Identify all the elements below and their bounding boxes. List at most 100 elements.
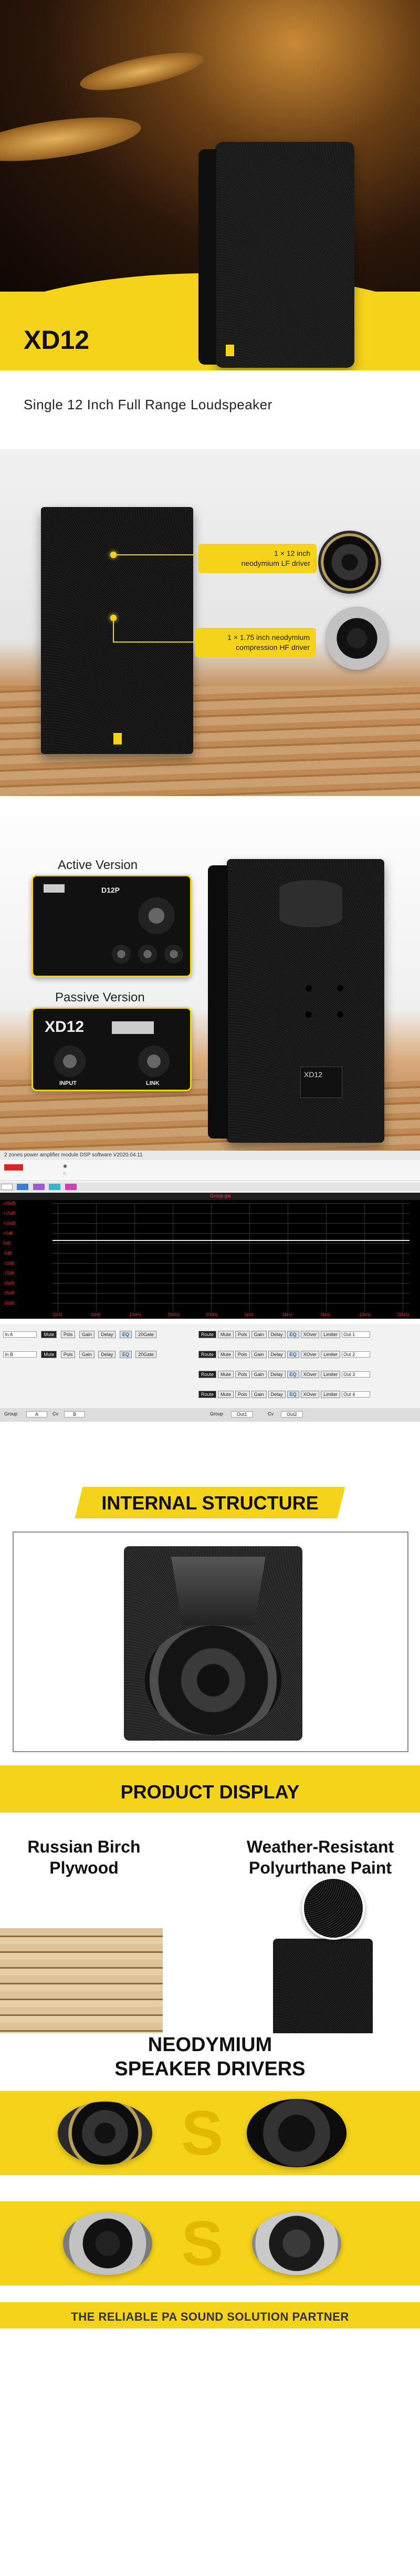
paint-title: Weather-Resistant Polyurthane Paint <box>246 1837 394 1877</box>
response-curve <box>52 1240 410 1241</box>
delay-button[interactable]: Delay <box>268 1371 286 1378</box>
product-display-heading: PRODUCT DISPLAY <box>120 1781 300 1803</box>
gain-button[interactable]: Gain <box>79 1331 94 1338</box>
x-axis-label: 500Hz <box>206 1312 218 1317</box>
driver-band-2: S <box>0 2201 420 2285</box>
route-button[interactable]: Route <box>198 1391 217 1398</box>
route-button[interactable]: Route <box>198 1371 217 1378</box>
input-row-b: In B Mute Pols Gain Delay EQ 20Gate <box>3 1349 158 1358</box>
xover-button[interactable]: XOver <box>300 1351 320 1358</box>
pols-button[interactable]: Pols <box>60 1331 76 1338</box>
limiter-button[interactable]: Limiter <box>321 1351 341 1358</box>
pols-button[interactable]: Pols <box>235 1351 250 1358</box>
gain-button[interactable]: Gain <box>251 1371 267 1378</box>
pols-button[interactable]: Pols <box>235 1331 250 1338</box>
grid-line <box>52 1283 410 1284</box>
graph-title: Group gai <box>210 1193 231 1198</box>
woofer-image-2 <box>247 2099 346 2167</box>
delay-button[interactable]: Delay <box>98 1331 116 1338</box>
input-label: INPUT <box>59 1080 77 1087</box>
gain-button[interactable]: Gain <box>251 1331 267 1338</box>
group-select-a[interactable]: A <box>26 1411 48 1418</box>
input-a-label: In A <box>3 1331 37 1338</box>
grid-line <box>326 1203 327 1311</box>
gain-button[interactable]: Gain <box>251 1391 267 1398</box>
y-axis-label: +5dB <box>3 1231 13 1236</box>
mute-button[interactable]: Mute <box>218 1351 234 1358</box>
tab-5[interactable] <box>65 1184 77 1190</box>
output-label: Out 4 <box>342 1391 371 1398</box>
tab-4[interactable] <box>49 1184 61 1190</box>
xover-button[interactable]: XOver <box>300 1331 320 1338</box>
route-button[interactable]: Route <box>198 1331 217 1338</box>
gain-button[interactable]: Gain <box>79 1351 94 1358</box>
x-axis-label: 1kHz <box>244 1312 254 1317</box>
logo-s-icon <box>113 733 122 744</box>
woofer-icon <box>145 1625 281 1735</box>
hero-speaker-image <box>198 142 354 368</box>
group-select-out1[interactable]: Out1 <box>231 1411 253 1418</box>
tab-1[interactable] <box>1 1184 13 1190</box>
output-label: Out 1 <box>342 1331 371 1338</box>
fan-icon <box>138 897 175 934</box>
limiter-button[interactable]: Limiter <box>321 1391 341 1398</box>
group-select-out2[interactable]: Out2 <box>281 1411 303 1418</box>
tab-3[interactable] <box>33 1184 45 1190</box>
mute-button[interactable]: Mute <box>41 1331 57 1338</box>
product-subtitle: Single 12 Inch Full Range Loudspeaker <box>24 397 272 412</box>
software-toolbar: ◉ ○ <box>0 1160 420 1181</box>
gate-button[interactable]: 20Gate <box>135 1331 156 1338</box>
link-label: LINK <box>146 1080 160 1087</box>
hf-driver-image <box>326 607 388 670</box>
grid-line <box>52 1243 410 1244</box>
group-select-b[interactable]: B <box>64 1411 86 1418</box>
pols-button[interactable]: Pols <box>60 1351 76 1358</box>
logo-s-icon: S <box>181 2098 224 2168</box>
eq-button[interactable]: EQ <box>287 1331 299 1338</box>
eq-button[interactable]: EQ <box>119 1351 132 1358</box>
plywood-image <box>0 1928 163 2033</box>
x-axis-label: 20kHz <box>397 1312 410 1317</box>
pols-button[interactable]: Pols <box>235 1371 250 1378</box>
preset-button[interactable] <box>4 1164 23 1171</box>
logo-s-icon <box>226 345 234 356</box>
rear-plate-model: XD12 <box>304 1070 323 1079</box>
grid-line <box>134 1203 135 1311</box>
radio-option-2[interactable]: ○ <box>63 1171 66 1176</box>
software-tabs <box>0 1182 420 1192</box>
pols-button[interactable]: Pols <box>235 1391 250 1398</box>
mute-button[interactable]: Mute <box>218 1391 234 1398</box>
limiter-button[interactable]: Limiter <box>321 1371 341 1378</box>
radio-option-1[interactable]: ◉ <box>63 1163 67 1169</box>
y-axis-label: +10dB <box>3 1221 16 1226</box>
route-button[interactable]: Route <box>198 1351 217 1358</box>
delay-button[interactable]: Delay <box>98 1351 116 1358</box>
mute-button[interactable]: Mute <box>41 1351 57 1358</box>
eq-button[interactable]: EQ <box>287 1371 299 1378</box>
software-window-title: 2 zones power amplifier module DSP softw… <box>0 1151 420 1160</box>
cv-label-left: Cv <box>52 1411 58 1416</box>
limiter-button[interactable]: Limiter <box>321 1331 341 1338</box>
gate-button[interactable]: 20Gate <box>135 1351 156 1358</box>
gain-button[interactable]: Gain <box>251 1351 267 1358</box>
product-display-section: PRODUCT DISPLAY Russian Birch Plywood We… <box>0 1765 420 2033</box>
x-axis-label: 10kHz <box>359 1312 371 1317</box>
xover-button[interactable]: XOver <box>300 1391 320 1398</box>
mute-button[interactable]: Mute <box>218 1371 234 1378</box>
active-model-tag: D12P <box>101 886 120 894</box>
eq-button[interactable]: EQ <box>287 1391 299 1398</box>
mute-button[interactable]: Mute <box>218 1331 234 1338</box>
eq-button[interactable]: EQ <box>119 1331 132 1338</box>
y-axis-label: +15dB <box>3 1211 16 1216</box>
group-bar: Group A Cv B Group Out1 Cv Out2 <box>0 1408 420 1422</box>
delay-button[interactable]: Delay <box>268 1351 286 1358</box>
grid-line <box>52 1233 410 1234</box>
eq-button[interactable]: EQ <box>287 1351 299 1358</box>
input-row-a: In A Mute Pols Gain Delay EQ 20Gate <box>3 1329 158 1338</box>
xover-button[interactable]: XOver <box>300 1371 320 1378</box>
delay-button[interactable]: Delay <box>268 1391 286 1398</box>
grid-line <box>52 1273 410 1274</box>
tab-2[interactable] <box>17 1184 29 1190</box>
delay-button[interactable]: Delay <box>268 1331 286 1338</box>
product-model-title: XD12 <box>24 325 90 355</box>
